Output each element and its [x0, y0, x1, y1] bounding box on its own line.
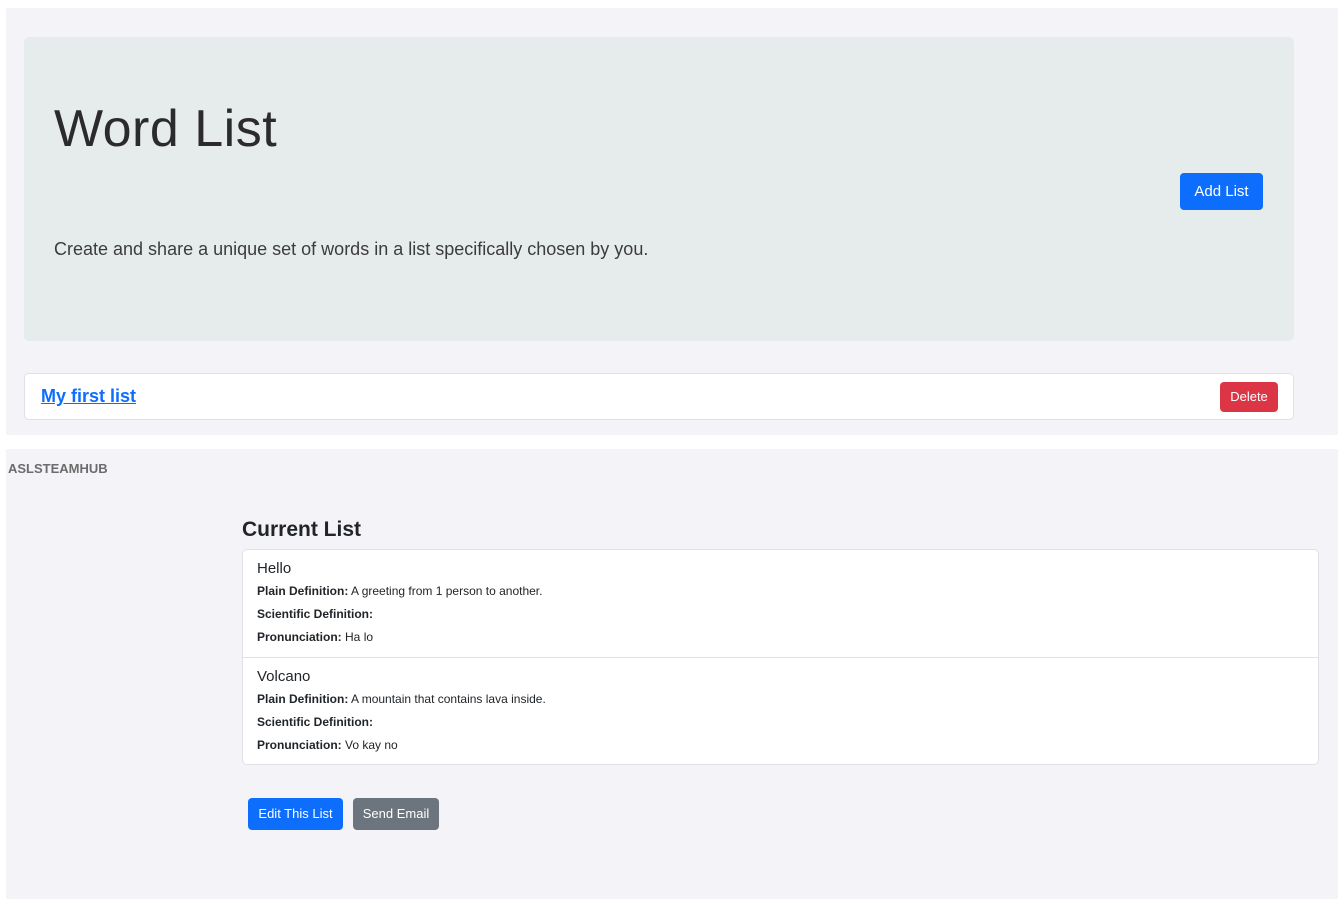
pronunciation-value: Vo kay no	[345, 738, 398, 752]
scientific-definition: Scientific Definition:	[257, 607, 373, 621]
plain-definition-label: Plain Definition:	[257, 584, 349, 598]
plain-definition-value: A mountain that contains lava inside.	[351, 692, 546, 706]
scientific-definition: Scientific Definition:	[257, 715, 373, 729]
send-email-button[interactable]: Send Email	[353, 798, 439, 830]
page-title: Word List	[54, 100, 278, 158]
list-item: My first list Delete	[24, 373, 1294, 420]
word-title: Hello	[257, 560, 292, 577]
add-list-button[interactable]: Add List	[1180, 173, 1263, 210]
plain-definition: Plain Definition: A greeting from 1 pers…	[257, 584, 542, 598]
pronunciation-label: Pronunciation:	[257, 630, 342, 644]
scientific-definition-label: Scientific Definition:	[257, 607, 374, 621]
brand-name: ASLSTEAMHUB	[8, 461, 108, 476]
pronunciation-label: Pronunciation:	[257, 738, 342, 752]
pronunciation-value: Ha lo	[345, 630, 374, 644]
current-list-heading: Current List	[242, 518, 362, 541]
pronunciation: Pronunciation: Ha lo	[257, 630, 373, 644]
word-title: Volcano	[257, 668, 311, 685]
word-entry-hello: Hello Plain Definition: A greeting from …	[243, 550, 1318, 657]
page-description: Create and share a unique set of words i…	[54, 239, 649, 259]
word-entry-volcano: Volcano Plain Definition: A mountain tha…	[243, 657, 1318, 765]
pronunciation: Pronunciation: Vo kay no	[257, 738, 398, 752]
word-list: Hello Plain Definition: A greeting from …	[242, 549, 1319, 765]
list-link-my-first-list[interactable]: My first list	[41, 386, 136, 407]
edit-list-button[interactable]: Edit This List	[248, 798, 343, 830]
plain-definition-value: A greeting from 1 person to another.	[351, 584, 543, 598]
plain-definition: Plain Definition: A mountain that contai…	[257, 692, 546, 706]
bottom-panel: ASLSTEAMHUB Current List Hello Plain Def…	[6, 449, 1338, 899]
hero-banner: Word List Create and share a unique set …	[24, 37, 1294, 341]
plain-definition-label: Plain Definition:	[257, 692, 349, 706]
scientific-definition-label: Scientific Definition:	[257, 715, 374, 729]
top-panel: Word List Create and share a unique set …	[6, 8, 1338, 435]
delete-list-button[interactable]: Delete	[1220, 382, 1278, 412]
